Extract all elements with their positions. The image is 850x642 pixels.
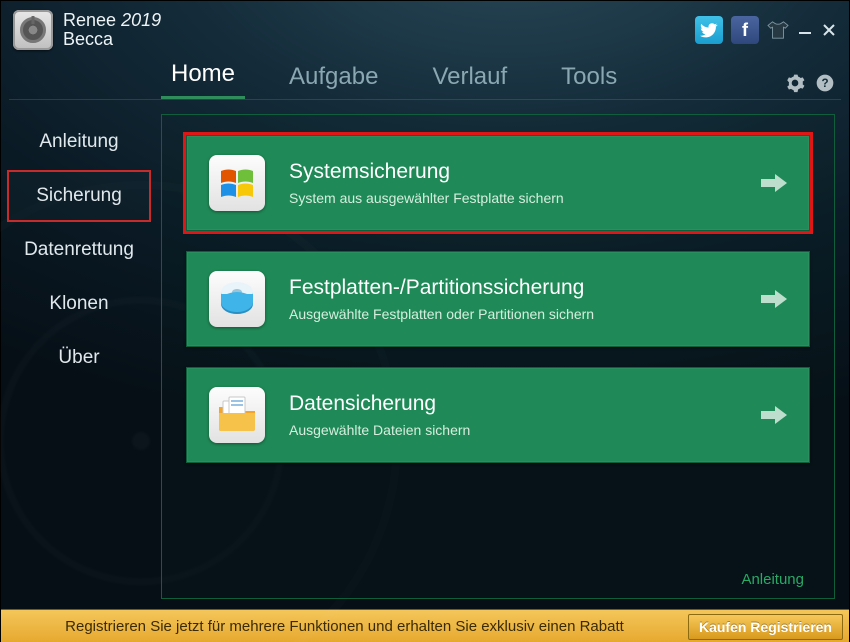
tab-home[interactable]: Home: [161, 56, 245, 99]
svg-text:?: ?: [821, 77, 828, 90]
facebook-icon[interactable]: f: [731, 16, 759, 44]
tab-aufgabe[interactable]: Aufgabe: [279, 59, 388, 99]
app-title-prefix: Renee: [63, 10, 116, 30]
sidebar-item-klonen[interactable]: Klonen: [7, 278, 151, 330]
title-bar: Renee 2019 Becca f: [1, 1, 849, 59]
card-title: Systemsicherung: [289, 160, 737, 184]
card-title: Festplatten-/Partitionssicherung: [289, 276, 737, 300]
top-nav: Home Aufgabe Verlauf Tools ?: [1, 59, 849, 99]
tab-tools[interactable]: Tools: [551, 59, 627, 99]
card-festplatten-partitionssicherung[interactable]: Festplatten-/Partitionssicherung Ausgewä…: [186, 251, 810, 347]
card-systemsicherung[interactable]: Systemsicherung System aus ausgewählter …: [186, 135, 810, 231]
close-button[interactable]: [821, 22, 837, 38]
arrow-right-icon: [761, 173, 787, 193]
windows-flag-icon: [209, 155, 265, 211]
card-desc: System aus ausgewählter Festplatte siche…: [289, 190, 737, 206]
card-desc: Ausgewählte Festplatten oder Partitionen…: [289, 306, 737, 322]
app-title: Renee 2019 Becca: [63, 11, 161, 49]
help-icon[interactable]: ?: [815, 73, 835, 93]
minimize-button[interactable]: [797, 22, 813, 38]
arrow-right-icon: [761, 405, 787, 425]
app-logo-icon: [13, 10, 53, 50]
buy-register-button[interactable]: Kaufen Registrieren: [688, 614, 843, 640]
main-panel: Systemsicherung System aus ausgewählter …: [161, 114, 835, 599]
sidebar-item-anleitung[interactable]: Anleitung: [7, 116, 151, 168]
sidebar: Anleitung Sicherung Datenrettung Klonen …: [1, 100, 157, 609]
folder-files-icon: [209, 387, 265, 443]
card-title: Datensicherung: [289, 392, 737, 416]
anleitung-link[interactable]: Anleitung: [741, 571, 804, 588]
tshirt-icon[interactable]: [767, 20, 789, 40]
arrow-right-icon: [761, 289, 787, 309]
app-title-year: 2019: [121, 10, 161, 30]
sidebar-item-sicherung[interactable]: Sicherung: [7, 170, 151, 222]
gear-icon[interactable]: [785, 73, 805, 93]
tab-verlauf[interactable]: Verlauf: [422, 59, 517, 99]
card-desc: Ausgewählte Dateien sichern: [289, 422, 737, 438]
hard-disk-icon: [209, 271, 265, 327]
app-title-line2: Becca: [63, 30, 161, 49]
twitter-icon[interactable]: [695, 16, 723, 44]
card-datensicherung[interactable]: Datensicherung Ausgewählte Dateien siche…: [186, 367, 810, 463]
sidebar-item-ueber[interactable]: Über: [7, 332, 151, 384]
sidebar-item-datenrettung[interactable]: Datenrettung: [7, 224, 151, 276]
